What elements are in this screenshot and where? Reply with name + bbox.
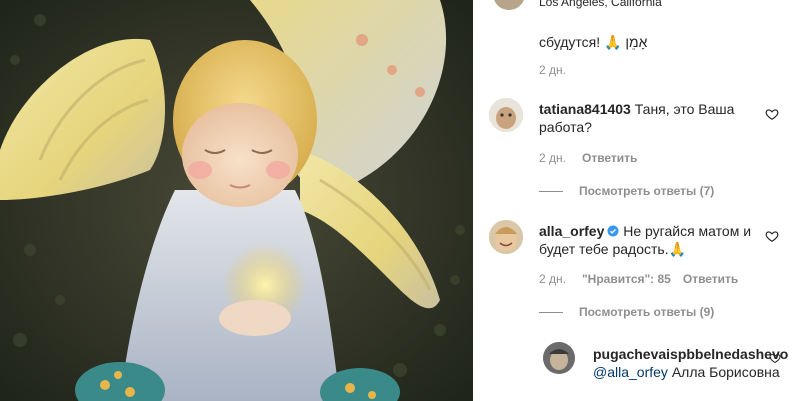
avatar-image [543,342,575,374]
view-replies-label: Посмотреть ответы (9) [579,305,715,319]
comment-meta: 2 дн. Ответить [539,151,637,165]
heart-outline-icon [769,353,781,364]
avatar[interactable] [489,98,523,132]
avatar-image [489,98,523,132]
view-replies-button[interactable]: Посмотреть ответы (9) [539,305,714,319]
reply-username[interactable]: pugachevaispbbelnedashevo [593,346,788,362]
reply-mention[interactable]: @alla_orfey [593,364,668,380]
reply-button[interactable]: Ответить [582,151,637,165]
replies-divider [539,191,563,193]
comment-time[interactable]: 2 дн. [539,272,566,286]
avatar[interactable] [489,220,523,254]
like-comment-button[interactable] [765,229,779,243]
verified-badge-icon [607,223,619,237]
comment-body: tatiana841403 Таня, это Ваша работа? [539,100,759,136]
comment-likes[interactable]: "Нравится": 85 [582,272,671,286]
avatar[interactable] [493,0,525,10]
post-image[interactable] [0,0,473,401]
angel-painting [0,0,473,401]
like-comment-button[interactable] [765,107,779,121]
comment-username[interactable]: tatiana841403 [539,101,631,117]
comment-meta: 2 дн. "Нравится": 85 Ответить [539,272,738,286]
comments-panel[interactable]: Los Angeles, California сбудутся! 🙏 אָמֵ… [473,0,801,401]
view-replies-button[interactable]: Посмотреть ответы (7) [539,184,714,198]
comment-time[interactable]: 2 дн. [539,63,566,77]
reply-body: pugachevaispbbelnedashevo @alla_orfey Ал… [593,345,798,381]
avatar[interactable] [543,342,575,374]
like-comment-button[interactable] [769,351,781,364]
comment-time[interactable]: 2 дн. [539,151,566,165]
post-location[interactable]: Los Angeles, California [539,0,662,9]
view-replies-label: Посмотреть ответы (7) [579,184,715,198]
comment-body: alla_orfey Не ругайся матом и будет тебе… [539,222,761,258]
comment-meta: 2 дн. [539,63,566,77]
reply-button[interactable]: Ответить [683,272,738,286]
reply-text: Алла Борисовна [671,364,780,380]
avatar-image [493,0,525,10]
heart-outline-icon [765,109,779,120]
comment-username[interactable]: alla_orfey [539,223,604,239]
heart-outline-icon [765,231,779,242]
replies-divider [539,312,563,314]
comment-text: сбудутся! 🙏 אָמֵן [539,34,648,50]
avatar-image [489,220,523,254]
